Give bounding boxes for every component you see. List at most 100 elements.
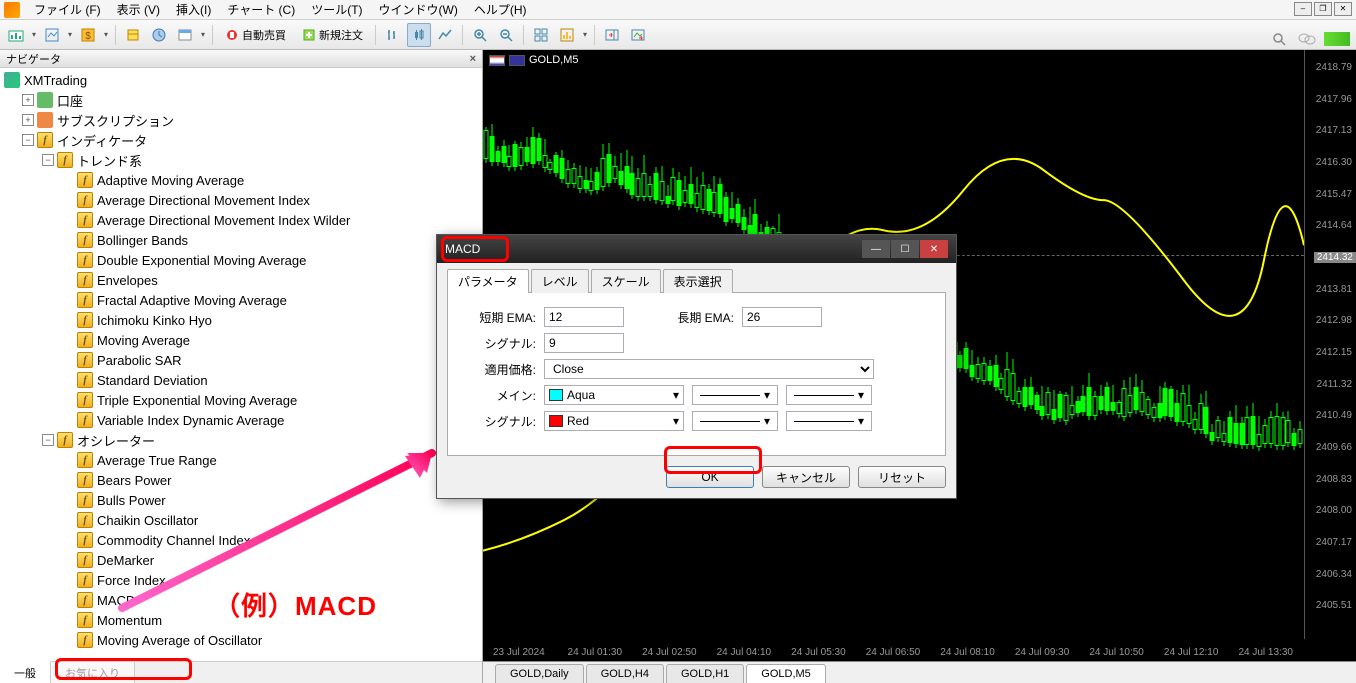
- tree-account[interactable]: +口座: [0, 90, 482, 110]
- select-main-width[interactable]: ▾: [786, 385, 872, 405]
- tree-trend[interactable]: −fトレンド系: [0, 150, 482, 170]
- tab-general[interactable]: 一般: [0, 661, 51, 683]
- auto-trading-button[interactable]: 自動売買: [218, 23, 293, 47]
- tree-indicator-item[interactable]: fBollinger Bands: [0, 230, 482, 250]
- tree-indicator-item[interactable]: fStandard Deviation: [0, 370, 482, 390]
- tree-indicator-item[interactable]: fParabolic SAR: [0, 350, 482, 370]
- label-signal: シグナル:: [466, 335, 536, 352]
- price-tick: 2411.32: [1317, 379, 1352, 390]
- input-fast-ema[interactable]: [544, 307, 624, 327]
- bar-chart-icon[interactable]: [381, 23, 405, 47]
- svg-text:$: $: [85, 31, 91, 42]
- indicators-icon[interactable]: [555, 23, 579, 47]
- tab-scale[interactable]: スケール: [591, 269, 661, 293]
- select-main-style[interactable]: ▾: [692, 385, 778, 405]
- dialog-titlebar[interactable]: MACD — ☐ ✕: [437, 235, 956, 263]
- menu-window[interactable]: ウインドウ(W): [371, 0, 466, 20]
- market-watch-icon[interactable]: $: [76, 23, 100, 47]
- tree-oscillator[interactable]: −fオシレーター: [0, 430, 482, 450]
- terminal-icon[interactable]: [173, 23, 197, 47]
- tree-indicator-item[interactable]: fChaikin Oscillator: [0, 510, 482, 530]
- tree-indicator-item[interactable]: fTriple Exponential Moving Average: [0, 390, 482, 410]
- tree-indicator-item[interactable]: fAdaptive Moving Average: [0, 170, 482, 190]
- macd-dialog: MACD — ☐ ✕ パラメータ レベル スケール 表示選択 短期 EMA: 長…: [436, 234, 957, 499]
- tree-indicator-item[interactable]: fFractal Adaptive Moving Average: [0, 290, 482, 310]
- price-tick: 2412.15: [1316, 347, 1352, 358]
- main-toolbar: ▾ ▾ $ ▾ ▾ 自動売買 新規注文 ▾: [0, 20, 1356, 50]
- input-slow-ema[interactable]: [742, 307, 822, 327]
- select-signal-color[interactable]: Red▾: [544, 411, 684, 431]
- tree-indicators[interactable]: −fインディケータ: [0, 130, 482, 150]
- label-fast-ema: 短期 EMA:: [466, 309, 536, 326]
- tab-gold-daily[interactable]: GOLD,Daily: [495, 664, 584, 683]
- maximize-button[interactable]: ❐: [1314, 2, 1332, 16]
- profiles-icon[interactable]: [40, 23, 64, 47]
- menu-view[interactable]: 表示 (V): [109, 0, 168, 20]
- tree-indicator-item[interactable]: fAverage Directional Movement Index Wild…: [0, 210, 482, 230]
- tile-windows-icon[interactable]: [529, 23, 553, 47]
- dropdown-icon[interactable]: ▾: [66, 30, 74, 39]
- data-window-icon[interactable]: [147, 23, 171, 47]
- dropdown-icon[interactable]: ▾: [30, 30, 38, 39]
- input-signal[interactable]: [544, 333, 624, 353]
- tree-indicator-item[interactable]: fAverage True Range: [0, 450, 482, 470]
- search-icon[interactable]: [1272, 32, 1292, 46]
- dropdown-icon[interactable]: ▾: [581, 30, 589, 39]
- tree-root[interactable]: XMTrading: [0, 70, 482, 90]
- new-chart-icon[interactable]: [4, 23, 28, 47]
- select-apply-price[interactable]: Close: [544, 359, 874, 379]
- tree-subscription[interactable]: +サブスクリプション: [0, 110, 482, 130]
- menu-file[interactable]: ファイル (F): [26, 0, 109, 20]
- dialog-minimize-icon[interactable]: —: [862, 240, 890, 258]
- new-order-button[interactable]: 新規注文: [295, 23, 370, 47]
- tab-levels[interactable]: レベル: [531, 269, 589, 293]
- navigator-close-icon[interactable]: ×: [470, 53, 476, 65]
- dropdown-icon[interactable]: ▾: [102, 30, 110, 39]
- tree-indicator-item[interactable]: fVariable Index Dynamic Average: [0, 410, 482, 430]
- dialog-close-icon[interactable]: ✕: [920, 240, 948, 258]
- zoom-out-icon[interactable]: [494, 23, 518, 47]
- tab-visualization[interactable]: 表示選択: [663, 269, 733, 293]
- line-chart-icon[interactable]: [433, 23, 457, 47]
- zoom-in-icon[interactable]: [468, 23, 492, 47]
- select-signal-width[interactable]: ▾: [786, 411, 872, 431]
- tree-indicator-item[interactable]: fEnvelopes: [0, 270, 482, 290]
- tree-indicator-item[interactable]: fMoving Average: [0, 330, 482, 350]
- tree-indicator-item[interactable]: fAverage Directional Movement Index: [0, 190, 482, 210]
- select-main-color[interactable]: Aqua▾: [544, 385, 684, 405]
- menu-chart[interactable]: チャート (C): [219, 0, 303, 20]
- navigator-tree[interactable]: XMTrading +口座 +サブスクリプション −fインディケータ −fトレン…: [0, 68, 482, 661]
- navigator-icon[interactable]: [121, 23, 145, 47]
- minimize-button[interactable]: –: [1294, 2, 1312, 16]
- tree-indicator-item[interactable]: fIchimoku Kinko Hyo: [0, 310, 482, 330]
- reset-button[interactable]: リセット: [858, 466, 946, 488]
- app-logo-icon: [4, 2, 20, 18]
- menu-tools[interactable]: ツール(T): [303, 0, 370, 20]
- tree-indicator-item[interactable]: fDouble Exponential Moving Average: [0, 250, 482, 270]
- dialog-maximize-icon[interactable]: ☐: [891, 240, 919, 258]
- tab-gold-m5[interactable]: GOLD,M5: [746, 664, 826, 683]
- tab-favorites[interactable]: お気に入り: [51, 662, 135, 683]
- select-signal-style[interactable]: ▾: [692, 411, 778, 431]
- navigator-tabs: 一般 お気に入り: [0, 661, 482, 683]
- tab-gold-h4[interactable]: GOLD,H4: [586, 664, 664, 683]
- menu-help[interactable]: ヘルプ(H): [466, 0, 535, 20]
- tree-indicator-item[interactable]: fBears Power: [0, 470, 482, 490]
- autoscroll-icon[interactable]: [626, 23, 650, 47]
- tree-indicator-item[interactable]: fMoving Average of Oscillator: [0, 630, 482, 650]
- shift-chart-icon[interactable]: [600, 23, 624, 47]
- menu-insert[interactable]: 挿入(I): [168, 0, 219, 20]
- tree-indicator-item[interactable]: fCommodity Channel Index: [0, 530, 482, 550]
- chat-icon[interactable]: [1298, 32, 1318, 46]
- tab-parameters[interactable]: パラメータ: [447, 269, 529, 293]
- price-tick: 2414.64: [1316, 220, 1352, 231]
- tree-indicator-item[interactable]: fBulls Power: [0, 490, 482, 510]
- ok-button[interactable]: OK: [666, 466, 754, 488]
- close-button[interactable]: ✕: [1334, 2, 1352, 16]
- candle-chart-icon[interactable]: [407, 23, 431, 47]
- dropdown-icon[interactable]: ▾: [199, 30, 207, 39]
- tab-gold-h1[interactable]: GOLD,H1: [666, 664, 744, 683]
- price-tick: 2416.30: [1316, 157, 1352, 168]
- cancel-button[interactable]: キャンセル: [762, 466, 850, 488]
- tree-indicator-item[interactable]: fDeMarker: [0, 550, 482, 570]
